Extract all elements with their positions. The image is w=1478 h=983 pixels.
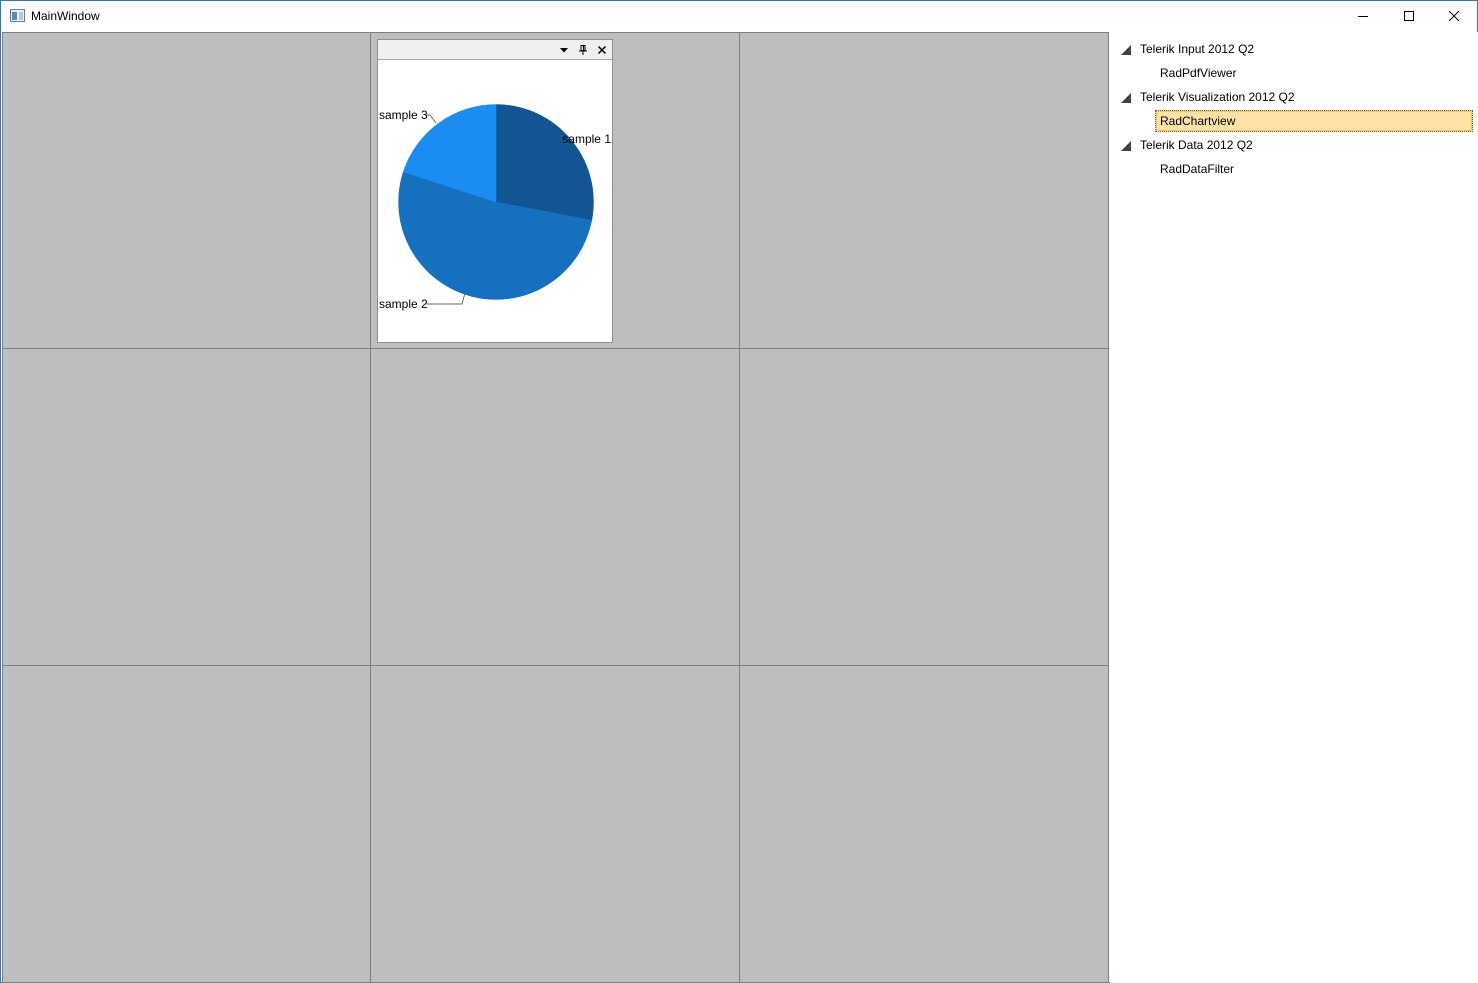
pane-close-button[interactable]	[594, 42, 610, 58]
tree-group-label: Telerik Data 2012 Q2	[1140, 138, 1253, 152]
expanded-arrow-icon[interactable]	[1121, 93, 1131, 103]
grid-cell-r2-c1[interactable]	[2, 348, 371, 666]
grid-cell-r1-c3[interactable]	[739, 32, 1109, 350]
window-title: MainWindow	[31, 9, 100, 23]
tree-item-raddatafilter[interactable]: RadDataFilter	[1155, 158, 1473, 180]
pie-slice-1	[495, 104, 594, 221]
app-icon	[10, 9, 25, 22]
pie-label-connector	[426, 292, 466, 305]
expanded-arrow-icon[interactable]	[1121, 45, 1131, 55]
component-tree[interactable]: Telerik Input 2012 Q2 RadPdfViewer Telerik…	[1110, 32, 1478, 983]
pie-chart: sample 1 sample 2 sample 3	[379, 104, 611, 311]
maximize-icon	[1404, 11, 1414, 21]
pin-icon	[579, 45, 587, 55]
pie-label-2: sample 2	[379, 297, 428, 311]
grid-cell-r3-c1[interactable]	[2, 665, 371, 983]
tree-item-label: RadDataFilter	[1160, 162, 1235, 176]
dropdown-arrow-icon	[560, 47, 568, 52]
pie-label-3: sample 3	[379, 108, 428, 122]
tree-item-label: RadChartview	[1160, 114, 1236, 128]
tree-group-label: Telerik Visualization 2012 Q2	[1140, 90, 1295, 104]
close-icon	[598, 46, 606, 54]
pane-menu-button[interactable]	[556, 42, 572, 58]
grid-cell-r3-c2[interactable]	[370, 665, 740, 983]
tree-group[interactable]: Telerik Visualization 2012 Q2	[1110, 86, 1470, 108]
grid-cell-r1-c1[interactable]	[2, 32, 371, 350]
close-button[interactable]	[1431, 1, 1477, 31]
maximize-button[interactable]	[1386, 1, 1432, 31]
minimize-button[interactable]	[1340, 1, 1386, 31]
tree-item-radpdfviewer[interactable]: RadPdfViewer	[1155, 62, 1473, 84]
grid-cell-r2-c2[interactable]	[370, 348, 740, 666]
pie-label-1: sample 1	[562, 132, 611, 146]
minimize-icon	[1358, 16, 1368, 17]
expanded-arrow-icon[interactable]	[1121, 141, 1131, 151]
grid-cell-r2-c3[interactable]	[739, 348, 1109, 666]
pane-pin-button[interactable]	[575, 42, 591, 58]
tree-group[interactable]: Telerik Data 2012 Q2	[1110, 134, 1470, 156]
main-window: MainWindow sample 1 sample 2 sample 3 Te…	[0, 0, 1478, 983]
tree-group-label: Telerik Input 2012 Q2	[1140, 42, 1255, 56]
grid-cell-r3-c3[interactable]	[739, 665, 1109, 983]
chart-pane[interactable]: sample 1 sample 2 sample 3	[377, 39, 613, 343]
close-icon	[1449, 11, 1459, 21]
tree-item-radchartview[interactable]: RadChartview	[1155, 110, 1473, 132]
pane-header[interactable]	[378, 40, 612, 60]
tree-group[interactable]: Telerik Input 2012 Q2	[1110, 38, 1470, 60]
title-bar[interactable]: MainWindow	[1, 1, 1477, 31]
tree-item-label: RadPdfViewer	[1160, 66, 1237, 80]
